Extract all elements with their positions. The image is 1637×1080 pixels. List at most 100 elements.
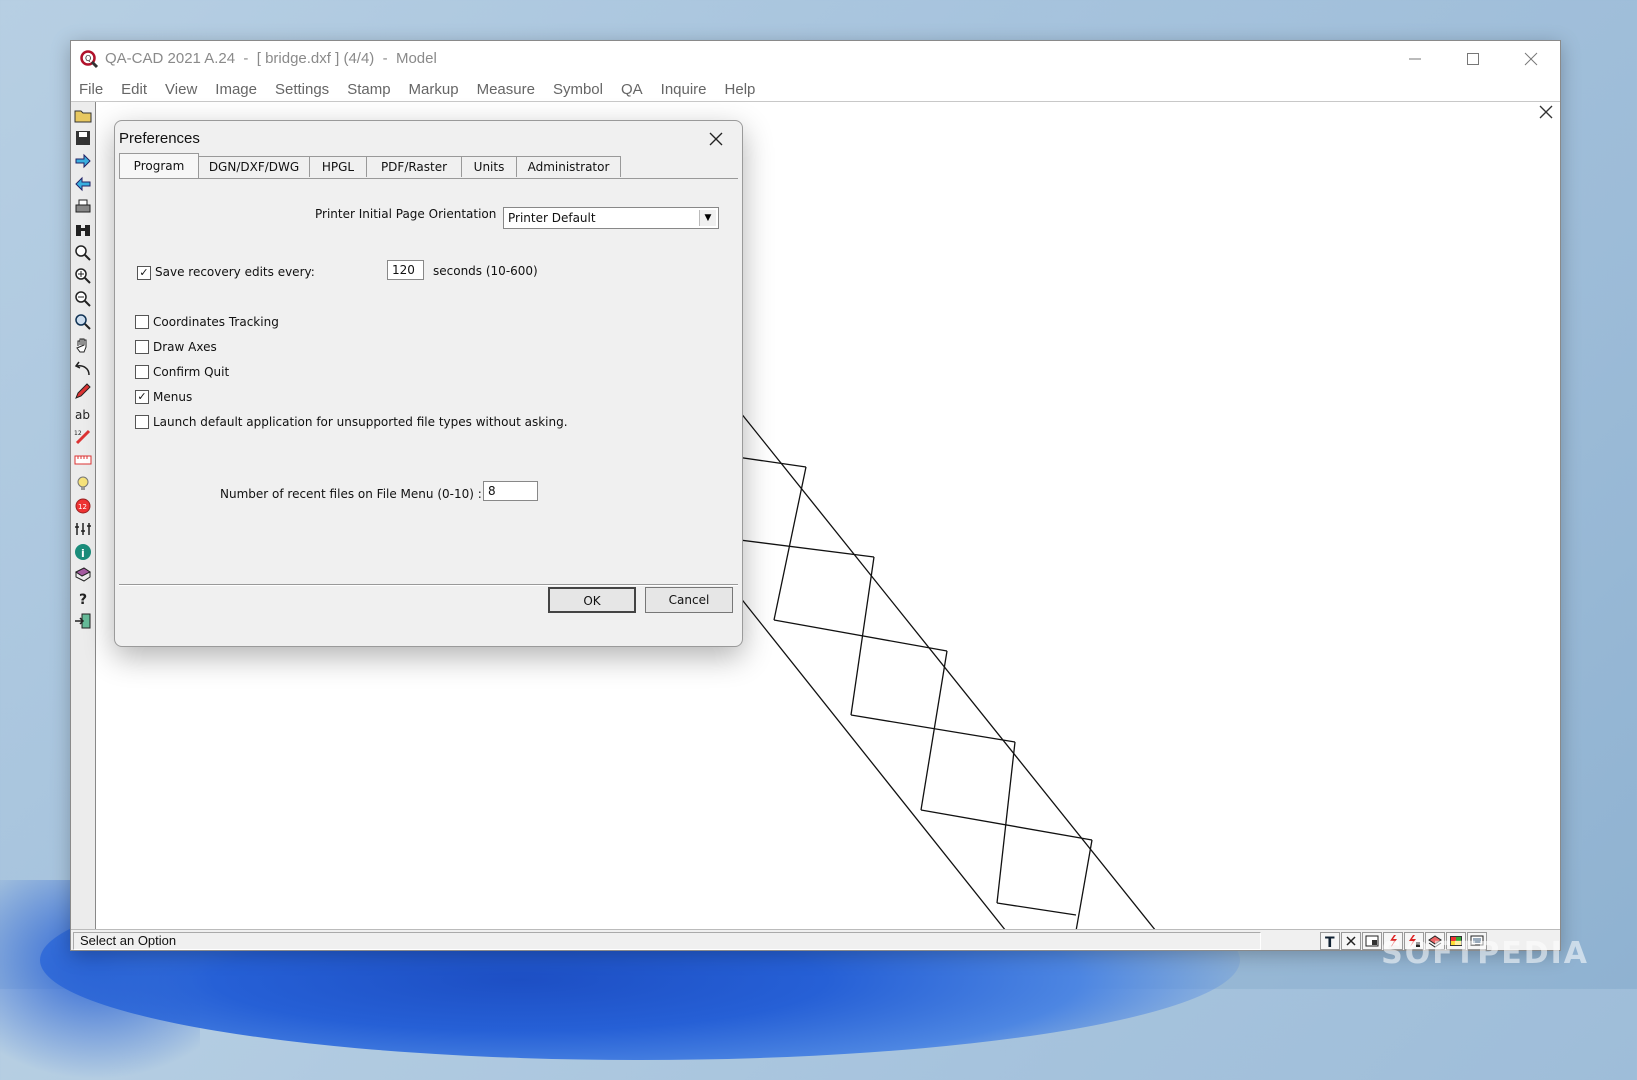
book-button[interactable] bbox=[72, 564, 94, 586]
close-small-icon bbox=[1346, 936, 1356, 946]
draw-axes-label: Draw Axes bbox=[153, 340, 217, 354]
menu-bar: File Edit View Image Settings Stamp Mark… bbox=[71, 77, 1560, 102]
menu-view[interactable]: View bbox=[165, 81, 197, 98]
svg-text:Q: Q bbox=[85, 54, 91, 63]
save-button[interactable] bbox=[72, 127, 94, 149]
tab-administrator[interactable]: Administrator bbox=[516, 156, 621, 177]
zoom-out-icon bbox=[75, 291, 91, 307]
tab-hpgl[interactable]: HPGL bbox=[309, 156, 367, 177]
menu-edit[interactable]: Edit bbox=[121, 81, 147, 98]
zoom-in-icon bbox=[75, 268, 91, 284]
save-recovery-checkbox[interactable]: ✓ bbox=[137, 266, 151, 280]
pan-hand-icon bbox=[76, 338, 87, 353]
pan-button[interactable] bbox=[72, 334, 94, 356]
menu-inquire[interactable]: Inquire bbox=[661, 81, 707, 98]
window-button[interactable] bbox=[1362, 932, 1382, 950]
find-button[interactable] bbox=[72, 219, 94, 241]
tab-program[interactable]: Program bbox=[119, 153, 199, 178]
save-icon bbox=[76, 131, 90, 145]
confirm-quit-checkbox[interactable] bbox=[135, 365, 149, 379]
recent-files-label: Number of recent files on File Menu (0-1… bbox=[220, 487, 482, 501]
text-icon: ab bbox=[75, 408, 90, 422]
pencil-button[interactable] bbox=[72, 380, 94, 402]
menu-markup[interactable]: Markup bbox=[409, 81, 459, 98]
orientation-select[interactable]: Printer Default ▼ bbox=[503, 207, 719, 229]
previous-button[interactable] bbox=[72, 173, 94, 195]
minimize-button[interactable] bbox=[1386, 41, 1444, 77]
tab-dgn-dxf-dwg[interactable]: DGN/DXF/DWG bbox=[198, 156, 310, 177]
watermark: SOFTPEDIA bbox=[1381, 936, 1589, 971]
open-button[interactable] bbox=[72, 104, 94, 126]
close-icon bbox=[1524, 52, 1538, 66]
ok-button[interactable]: OK bbox=[548, 587, 636, 613]
status-text: Select an Option bbox=[73, 932, 1261, 950]
menu-stamp[interactable]: Stamp bbox=[347, 81, 390, 98]
chevron-down-icon: ▼ bbox=[699, 210, 716, 226]
menu-qa[interactable]: QA bbox=[621, 81, 643, 98]
coordinates-tracking-label: Coordinates Tracking bbox=[153, 315, 279, 329]
zoom-icon bbox=[75, 245, 91, 261]
open-icon bbox=[74, 110, 92, 123]
left-toolbar: ab 12 12 i ? bbox=[71, 102, 96, 931]
launch-default-app-label: Launch default application for unsupport… bbox=[153, 415, 568, 429]
close-small-button[interactable] bbox=[1341, 932, 1361, 950]
qa-cad-logo-icon: Q bbox=[80, 50, 99, 69]
print-button[interactable] bbox=[72, 196, 94, 218]
info-button[interactable]: i bbox=[72, 541, 94, 563]
menu-file[interactable]: File bbox=[79, 81, 103, 98]
text-tool-button[interactable]: T bbox=[1320, 932, 1340, 950]
text-button[interactable]: ab bbox=[72, 403, 94, 425]
cancel-button[interactable]: Cancel bbox=[645, 587, 733, 613]
window-title: QA-CAD 2021 A.24 - [ bridge.dxf ] (4/4) … bbox=[105, 50, 437, 67]
save-recovery-input[interactable] bbox=[387, 260, 424, 280]
dialog-close-button[interactable] bbox=[702, 125, 730, 153]
maximize-button[interactable] bbox=[1444, 41, 1502, 77]
count-button[interactable]: 12 bbox=[72, 495, 94, 517]
calculator-icon bbox=[75, 523, 91, 535]
undo-button[interactable] bbox=[72, 357, 94, 379]
lightbulb-icon bbox=[77, 476, 89, 490]
tab-strip: Program DGN/DXF/DWG HPGL PDF/Raster Unit… bbox=[119, 153, 738, 178]
pencil-icon bbox=[75, 383, 91, 399]
menu-image[interactable]: Image bbox=[215, 81, 257, 98]
confirm-quit-label: Confirm Quit bbox=[153, 365, 230, 379]
menu-measure[interactable]: Measure bbox=[477, 81, 535, 98]
close-icon bbox=[709, 132, 723, 146]
ruler-icon bbox=[74, 455, 92, 465]
maximize-icon bbox=[1467, 53, 1479, 65]
close-button[interactable] bbox=[1502, 41, 1560, 77]
count-icon: 12 bbox=[75, 498, 91, 514]
lightbulb-button[interactable] bbox=[72, 472, 94, 494]
calculator-button[interactable] bbox=[72, 518, 94, 540]
tab-units[interactable]: Units bbox=[461, 156, 517, 177]
window-icon bbox=[1365, 935, 1379, 947]
draw-axes-checkbox[interactable] bbox=[135, 340, 149, 354]
zoom-out-button[interactable] bbox=[72, 288, 94, 310]
orientation-label: Printer Initial Page Orientation bbox=[315, 207, 497, 221]
help-button[interactable]: ? bbox=[72, 587, 94, 609]
menus-checkbox[interactable]: ✓ bbox=[135, 390, 149, 404]
coordinates-tracking-checkbox[interactable] bbox=[135, 315, 149, 329]
next-button[interactable] bbox=[72, 150, 94, 172]
svg-text:?: ? bbox=[79, 592, 87, 607]
zoom-window-button[interactable] bbox=[72, 311, 94, 333]
recent-files-input[interactable] bbox=[483, 481, 538, 501]
zoom-in-button[interactable] bbox=[72, 265, 94, 287]
menus-label: Menus bbox=[153, 390, 193, 404]
svg-text:T: T bbox=[1325, 935, 1335, 948]
text-tool-icon: T bbox=[1325, 935, 1335, 948]
menu-help[interactable]: Help bbox=[725, 81, 756, 98]
measure-button[interactable]: 12 bbox=[72, 426, 94, 448]
previous-icon bbox=[75, 176, 91, 192]
menu-symbol[interactable]: Symbol bbox=[553, 81, 603, 98]
exit-button[interactable] bbox=[72, 610, 94, 632]
launch-default-app-checkbox[interactable] bbox=[135, 415, 149, 429]
title-bar[interactable]: Q QA-CAD 2021 A.24 - [ bridge.dxf ] (4/4… bbox=[71, 41, 1560, 77]
ruler-button[interactable] bbox=[72, 449, 94, 471]
svg-text:12: 12 bbox=[74, 430, 82, 437]
menu-settings[interactable]: Settings bbox=[275, 81, 329, 98]
svg-text:ab: ab bbox=[75, 408, 90, 422]
tab-pdf-raster[interactable]: PDF/Raster bbox=[366, 156, 462, 177]
info-icon: i bbox=[75, 544, 91, 560]
zoom-button[interactable] bbox=[72, 242, 94, 264]
